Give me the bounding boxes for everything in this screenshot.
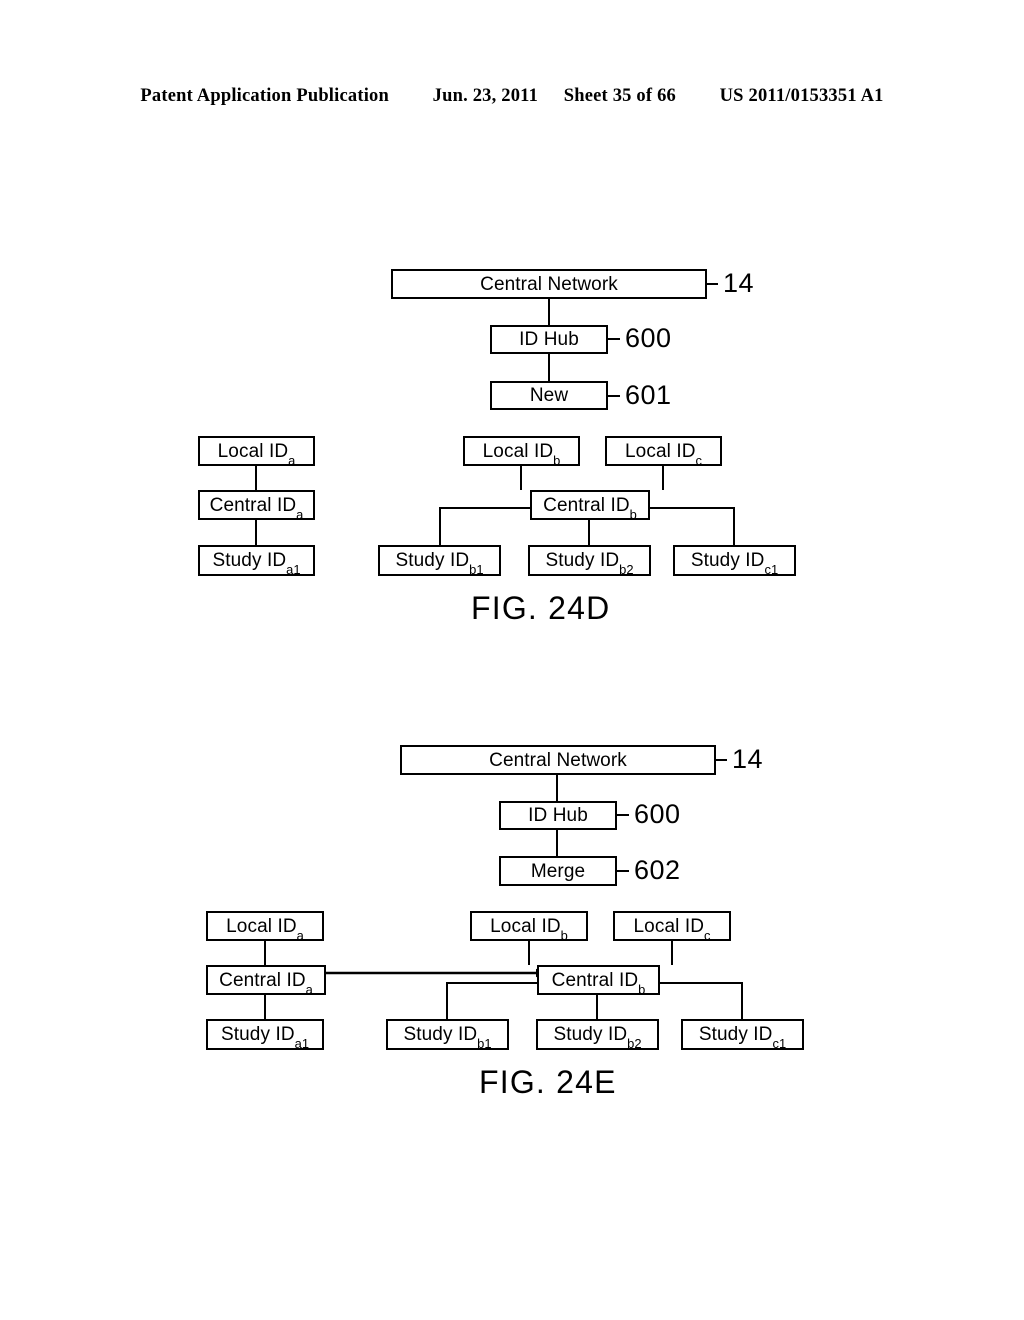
- node-local-id-b-24e: Local IDb: [470, 911, 588, 942]
- figure-24e: Central Network 14 ID Hub 600 Merge 602 …: [0, 0, 1024, 1320]
- node-study-id-a1-24e: Study IDa1: [206, 1019, 324, 1050]
- refnum-network-24e: 14: [732, 744, 764, 774]
- node-central-id-a-24e: Central IDa: [206, 965, 326, 996]
- node-study-id-b2-24e: Study IDb2: [536, 1019, 659, 1050]
- refnum-action-24e: 602: [634, 855, 681, 885]
- node-central-network-24e: Central Network: [400, 745, 716, 775]
- figure-caption-24e: FIG. 24E: [479, 1064, 617, 1100]
- refnum-hub-24e: 600: [634, 799, 681, 829]
- node-local-id-c-24e: Local IDc: [613, 911, 731, 942]
- node-study-id-b1-24e: Study IDb1: [386, 1019, 509, 1050]
- node-id-hub-24e: ID Hub: [499, 801, 617, 830]
- node-local-id-a-24e: Local IDa: [206, 911, 324, 942]
- node-central-id-b-24e: Central IDb: [537, 965, 660, 996]
- node-study-id-c1-24e: Study IDc1: [681, 1019, 804, 1050]
- node-action-merge-24e: Merge: [499, 856, 617, 886]
